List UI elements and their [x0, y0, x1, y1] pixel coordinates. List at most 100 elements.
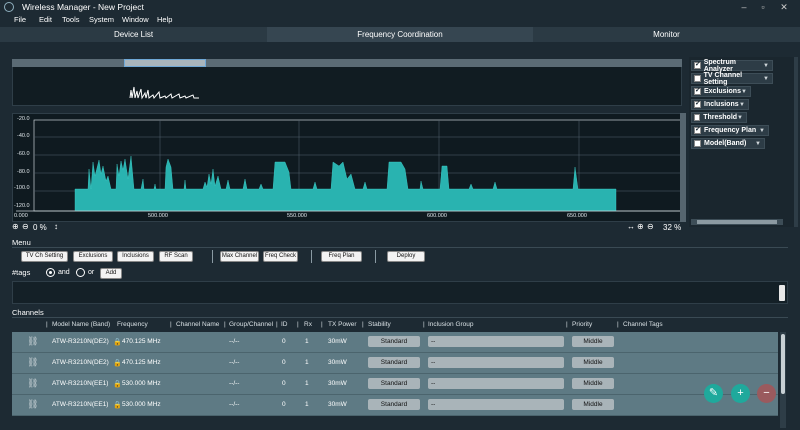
column-header[interactable]: TX Power: [328, 321, 357, 328]
lock-icon[interactable]: 🔒: [113, 359, 122, 367]
stability-select[interactable]: Standard: [368, 399, 420, 410]
checkbox[interactable]: [694, 86, 701, 95]
zoom-in-icon[interactable]: ⊕: [12, 222, 19, 231]
menu-edit[interactable]: Edit: [39, 15, 52, 24]
tab-monitor[interactable]: Monitor: [533, 27, 800, 42]
stability-select[interactable]: Standard: [368, 378, 420, 389]
lock-icon[interactable]: 🔒: [113, 401, 122, 409]
zoom-out-icon[interactable]: ⊖: [22, 222, 29, 231]
freq-plan-button[interactable]: Freq Plan: [321, 251, 362, 262]
chevron-down-icon[interactable]: ▼: [763, 63, 769, 69]
add-channel-fab-button[interactable]: +: [731, 384, 750, 403]
link-icon[interactable]: ⛓: [27, 357, 38, 368]
inclusion-group-select[interactable]: --: [428, 378, 564, 389]
column-header[interactable]: Model Name (Band): [52, 321, 110, 328]
overview-scrollbar[interactable]: [12, 59, 682, 67]
edit-icon: ✎: [708, 387, 719, 399]
column-header[interactable]: Inclusion Group: [428, 321, 474, 328]
zoom-out-icon[interactable]: ⊖: [647, 222, 654, 231]
column-header[interactable]: Channel Name: [176, 321, 219, 328]
panel-vertical-scrollbar[interactable]: [794, 57, 798, 227]
chevron-down-icon[interactable]: ▼: [755, 141, 761, 147]
column-header[interactable]: Rx: [304, 321, 312, 328]
stability-select[interactable]: Standard: [368, 357, 420, 368]
table-row[interactable]: ⛓ ATW-R3210N(EE1) 🔒 530.000 MHz --/-- 0 1 30mW S…: [12, 374, 778, 395]
horizontal-resize-icon[interactable]: ↔: [627, 222, 635, 231]
tags-and-radio[interactable]: [46, 268, 55, 277]
priority-select[interactable]: Middle: [572, 399, 614, 410]
priority-select[interactable]: Middle: [572, 336, 614, 347]
checkbox[interactable]: [694, 114, 701, 121]
panel-item-label: Threshold: [703, 114, 738, 121]
table-row[interactable]: ⛓ ATW-R3210N(DE2) 🔒 470.125 MHz --/-- 0 1 30mW S…: [12, 353, 778, 374]
vertical-resize-icon[interactable]: ↕: [54, 222, 58, 231]
zoom-in-icon[interactable]: ⊕: [637, 222, 644, 231]
tab-device-list[interactable]: Device List: [0, 27, 267, 42]
column-header[interactable]: Stability: [368, 321, 391, 328]
panel-item-tv-channel-setting[interactable]: TV Channel Setting ▼: [691, 72, 773, 86]
table-row[interactable]: ⛓ ATW-R3210N(EE1) 🔒 530.000 MHz --/-- 0 1 30mW S…: [12, 395, 778, 416]
panel-item-spectrum-analyzer[interactable]: Spectrum Analyzer ▼: [691, 59, 773, 73]
priority-select[interactable]: Middle: [572, 378, 614, 389]
stability-select[interactable]: Standard: [368, 336, 420, 347]
lock-icon[interactable]: 🔒: [113, 380, 122, 388]
column-header[interactable]: Channel Tags: [623, 321, 663, 328]
priority-select[interactable]: Middle: [572, 357, 614, 368]
checkbox[interactable]: [694, 99, 701, 108]
panel-item-threshold[interactable]: Threshold ▼: [691, 112, 747, 123]
remove-channel-fab-button[interactable]: −: [757, 384, 776, 403]
checkbox[interactable]: [694, 140, 701, 147]
checkbox[interactable]: [694, 125, 701, 134]
column-header[interactable]: ID: [281, 321, 288, 328]
tv-ch-setting-button[interactable]: TV Ch Setting: [21, 251, 68, 262]
tags-list-box[interactable]: [12, 281, 788, 304]
chevron-down-icon[interactable]: ▼: [759, 128, 765, 134]
inclusions-button[interactable]: Inclusions: [117, 251, 154, 262]
checkbox[interactable]: [694, 60, 701, 69]
chevron-down-icon[interactable]: ▼: [739, 102, 745, 108]
spectrum-analyzer-chart[interactable]: -20.0 -40.0 -60.0 -80.0 -100.0 -120.0 0.…: [12, 113, 686, 222]
lock-icon[interactable]: 🔒: [113, 338, 122, 346]
menu-window[interactable]: Window: [122, 15, 149, 24]
menu-system[interactable]: System: [89, 15, 114, 24]
edit-fab-button[interactable]: ✎: [704, 384, 723, 403]
panel-item-frequency-plan[interactable]: Frequency Plan▼: [691, 125, 769, 136]
max-channel-button[interactable]: Max Channel: [220, 251, 259, 262]
link-icon[interactable]: ⛓: [27, 378, 38, 389]
rf-scan-button[interactable]: RF Scan: [159, 251, 193, 262]
tab-frequency-coordination[interactable]: Frequency Coordination: [267, 27, 533, 42]
panel-item-model-band[interactable]: Model(Band) ▼: [691, 138, 765, 149]
checkbox[interactable]: [694, 75, 701, 82]
freq-check-button[interactable]: Freq Check: [263, 251, 298, 262]
chevron-down-icon[interactable]: ▼: [741, 89, 747, 95]
inclusion-group-select[interactable]: --: [428, 399, 564, 410]
tags-scrollbar[interactable]: [779, 285, 785, 301]
inclusion-group-select[interactable]: --: [428, 336, 564, 347]
exclusions-button[interactable]: Exclusions: [73, 251, 113, 262]
table-row[interactable]: ⛓ ATW-R3210N(DE2) 🔒 470.125 MHz --/-- 0 1 30mW S…: [12, 332, 778, 353]
column-header[interactable]: Priority: [572, 321, 592, 328]
menu-file[interactable]: File: [14, 15, 26, 24]
column-header[interactable]: Group/Channel: [229, 321, 273, 328]
add-tag-button[interactable]: Add: [100, 268, 122, 279]
minimize-button[interactable]: –: [738, 1, 750, 13]
column-header[interactable]: Frequency: [117, 321, 148, 328]
panel-horizontal-scrollbar[interactable]: [691, 219, 783, 225]
restore-button[interactable]: ▫: [757, 1, 769, 13]
panel-item-inclusions[interactable]: Inclusions▼: [691, 99, 749, 110]
chevron-down-icon[interactable]: ▼: [737, 115, 743, 121]
chevron-down-icon[interactable]: ▼: [763, 76, 769, 82]
panel-item-exclusions[interactable]: Exclusions▼: [691, 86, 751, 97]
panel-item-label: Inclusions: [704, 101, 739, 108]
tags-or-radio[interactable]: [76, 268, 85, 277]
channels-scrollbar[interactable]: [780, 332, 786, 428]
link-icon[interactable]: ⛓: [27, 399, 38, 410]
spectrum-vertical-scrollbar[interactable]: [680, 113, 686, 222]
deploy-button[interactable]: Deploy: [387, 251, 425, 262]
menu-tools[interactable]: Tools: [62, 15, 80, 24]
link-icon[interactable]: ⛓: [27, 336, 38, 347]
inclusion-group-select[interactable]: --: [428, 357, 564, 368]
menu-help[interactable]: Help: [157, 15, 172, 24]
overview-scroll-thumb[interactable]: [124, 59, 206, 67]
close-button[interactable]: ✕: [778, 1, 790, 13]
